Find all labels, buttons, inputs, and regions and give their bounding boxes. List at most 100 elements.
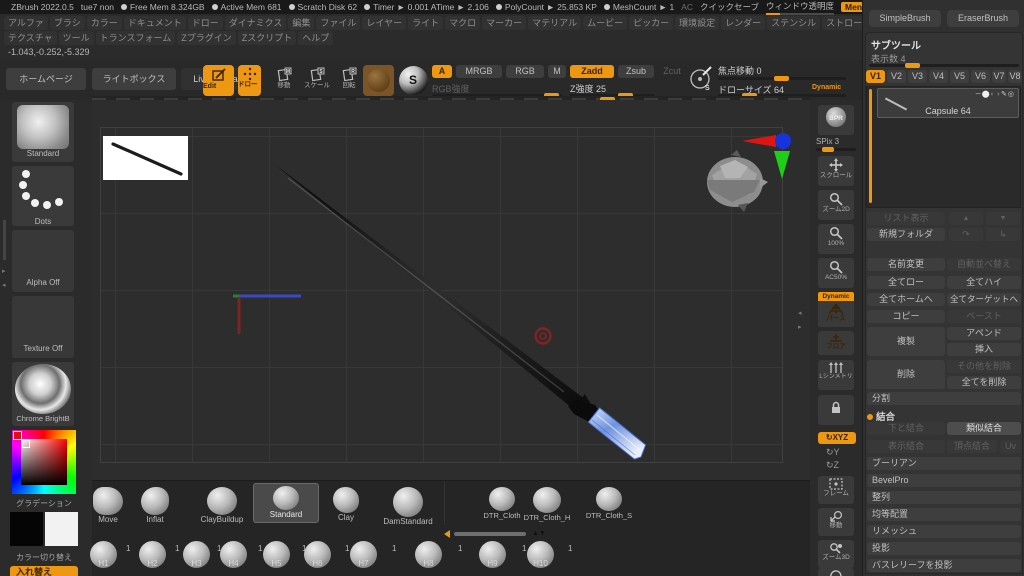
menu-material[interactable]: マテリアル <box>528 16 582 30</box>
m-button[interactable]: M <box>548 65 566 78</box>
menu-render[interactable]: レンダー <box>721 16 766 30</box>
menu-alpha[interactable]: アルファ <box>4 16 48 30</box>
tab-v8[interactable]: V8 <box>1008 70 1022 83</box>
focal-shift-slider[interactable] <box>718 76 846 81</box>
menu-marker[interactable]: マーカー <box>482 16 527 30</box>
tray-h2[interactable]: H2 <box>139 541 166 568</box>
project-button[interactable]: 投影 <box>867 542 1021 555</box>
tray-brush-inflat[interactable]: Inflat <box>127 487 183 524</box>
current-texture-button[interactable]: Texture Off <box>12 296 74 358</box>
display-count-slider[interactable] <box>869 63 1019 68</box>
rotate-xyz-button[interactable]: ↻XYZ <box>818 432 856 444</box>
color-picker[interactable] <box>12 430 76 494</box>
menu-color[interactable]: カラー <box>86 16 122 30</box>
floor-button[interactable]: フロア <box>818 331 854 355</box>
menu-stencil[interactable]: ステンシル <box>767 16 821 30</box>
tray-h6[interactable]: H6 <box>304 541 331 568</box>
current-material-button[interactable] <box>363 65 394 96</box>
bevelpro-button[interactable]: BevelPro <box>867 474 1021 487</box>
homepage-button[interactable]: ホームページ <box>6 68 86 90</box>
zcut-button[interactable]: Zcut <box>658 65 686 78</box>
menu-brush[interactable]: ブラシ <box>49 16 85 30</box>
boolean-button[interactable]: ブーリアン <box>867 457 1021 470</box>
right-tray-collapse-icon[interactable]: ◂ <box>798 310 802 317</box>
menu-file[interactable]: ファイル <box>316 16 361 30</box>
transparency-lock-button[interactable] <box>818 395 854 425</box>
menu-light[interactable]: ライト <box>408 16 444 30</box>
split-button[interactable]: 分割 <box>867 392 1021 405</box>
all-target-button[interactable]: 全てターゲットへ <box>947 293 1021 306</box>
tray-brush-claybuildup[interactable]: ClayBuildup <box>192 487 252 524</box>
spix-handle[interactable] <box>822 147 834 152</box>
zoom3d-button[interactable]: ズーム3D <box>818 540 854 568</box>
menu-zplugin[interactable]: Zプラグイン <box>177 31 236 45</box>
bpr-render-button[interactable]: BPR <box>818 105 854 135</box>
menu-macro[interactable]: マクロ <box>445 16 481 30</box>
tab-v3[interactable]: V3 <box>908 70 927 83</box>
eye-icon[interactable]: ◎ <box>1008 91 1015 98</box>
merge-visible-button[interactable]: 表示結合 <box>867 440 945 453</box>
tray-h5[interactable]: H5 <box>263 541 290 568</box>
menu-picker[interactable]: ピッカー <box>629 16 674 30</box>
menu-draw[interactable]: ドロー <box>187 16 223 30</box>
tab-v6[interactable]: V6 <box>971 70 990 83</box>
remesh-button[interactable]: リメッシュ <box>867 525 1021 538</box>
subtool-scrollbar[interactable] <box>869 89 872 203</box>
mrgb-button[interactable]: MRGB <box>456 65 502 78</box>
picker-sphere-button[interactable]: S <box>399 66 428 95</box>
a-mode-button[interactable]: A <box>432 65 452 78</box>
tab-v4[interactable]: V4 <box>929 70 948 83</box>
focal-point-button[interactable]: S <box>688 64 714 96</box>
display-count-handle[interactable] <box>905 63 920 68</box>
tab-v1[interactable]: V1 <box>866 70 885 83</box>
tray-brush-dtr-cloth-s[interactable]: DTR_Cloth_S <box>581 487 637 520</box>
tab-v2[interactable]: V2 <box>887 70 906 83</box>
subtool-list[interactable]: ─⬤◐◑✎◎ Capsule 64 <box>866 86 1021 208</box>
menu-layer[interactable]: レイヤー <box>362 16 407 30</box>
perspective-button[interactable]: パース <box>818 301 854 327</box>
tab-v5[interactable]: V5 <box>950 70 969 83</box>
insert-button[interactable]: 挿入 <box>947 343 1021 356</box>
left-panel-collapse-icon[interactable]: ◂ <box>2 282 6 289</box>
rotate-z-button[interactable]: ↻Z <box>826 460 839 471</box>
gradient-label[interactable]: グラデーション <box>6 498 82 509</box>
draw-mode-button[interactable]: ドロー <box>238 65 261 96</box>
color-switch-label[interactable]: カラー切り替え <box>6 552 82 563</box>
menu-document[interactable]: ドキュメント <box>123 16 186 30</box>
copy-button[interactable]: コピー <box>867 310 945 323</box>
secondary-color-swatch[interactable] <box>45 512 78 546</box>
autosort-button[interactable]: 自動並べ替え <box>947 258 1021 271</box>
rgb-button[interactable]: RGB <box>506 65 544 78</box>
merge-down-button[interactable]: 下と結合 <box>867 422 945 435</box>
tray-brush-dtr-cloth-h[interactable]: DTR_Cloth_H <box>519 487 575 522</box>
subtool-down-button[interactable]: ▼ <box>986 212 1020 225</box>
duplicate-button[interactable]: 複製 <box>867 327 945 356</box>
current-alpha-button[interactable]: Alpha Off <box>12 230 74 292</box>
menu-transform[interactable]: トランスフォーム <box>95 31 176 45</box>
scroll-canvas-button[interactable]: スクロール <box>818 156 854 186</box>
edit-mode-button[interactable]: Edit <box>203 65 234 96</box>
tray-h7[interactable]: H7 <box>350 541 377 568</box>
rename-button[interactable]: 名前変更 <box>867 258 945 271</box>
tray-scrollbar[interactable] <box>454 532 526 536</box>
tray-h3[interactable]: H3 <box>183 541 210 568</box>
menu-zscript[interactable]: Zスクリプト <box>237 31 297 45</box>
tray-h1[interactable]: H1 <box>90 541 117 568</box>
focal-shift-handle[interactable] <box>774 76 789 81</box>
tray-h4[interactable]: H4 <box>220 541 247 568</box>
tray-brush-standard-selected[interactable]: Standard <box>253 483 319 523</box>
uv-button[interactable]: Uv <box>1000 440 1021 453</box>
move-canvas-button[interactable]: 移動 <box>818 508 854 536</box>
all-high-button[interactable]: 全てハイ <box>947 276 1021 289</box>
simplebrush-button[interactable]: SimpleBrush <box>869 10 941 27</box>
menu-tool[interactable]: ツール <box>58 31 94 45</box>
move-mode-button[interactable]: M 移動 <box>272 65 296 96</box>
pen-3d-object[interactable] <box>275 164 647 460</box>
menu-edit[interactable]: 編集 <box>288 16 315 30</box>
folder-redo-button[interactable]: ↷ <box>949 228 983 241</box>
main-color-swatch[interactable] <box>10 512 43 546</box>
delete-other-button[interactable]: その他を削除 <box>947 360 1021 373</box>
subtool-item-capsule[interactable]: ─⬤◐◑✎◎ Capsule 64 <box>877 88 1019 118</box>
aa-half-button[interactable]: AC50% <box>818 258 854 288</box>
delete-button[interactable]: 削除 <box>867 360 945 389</box>
